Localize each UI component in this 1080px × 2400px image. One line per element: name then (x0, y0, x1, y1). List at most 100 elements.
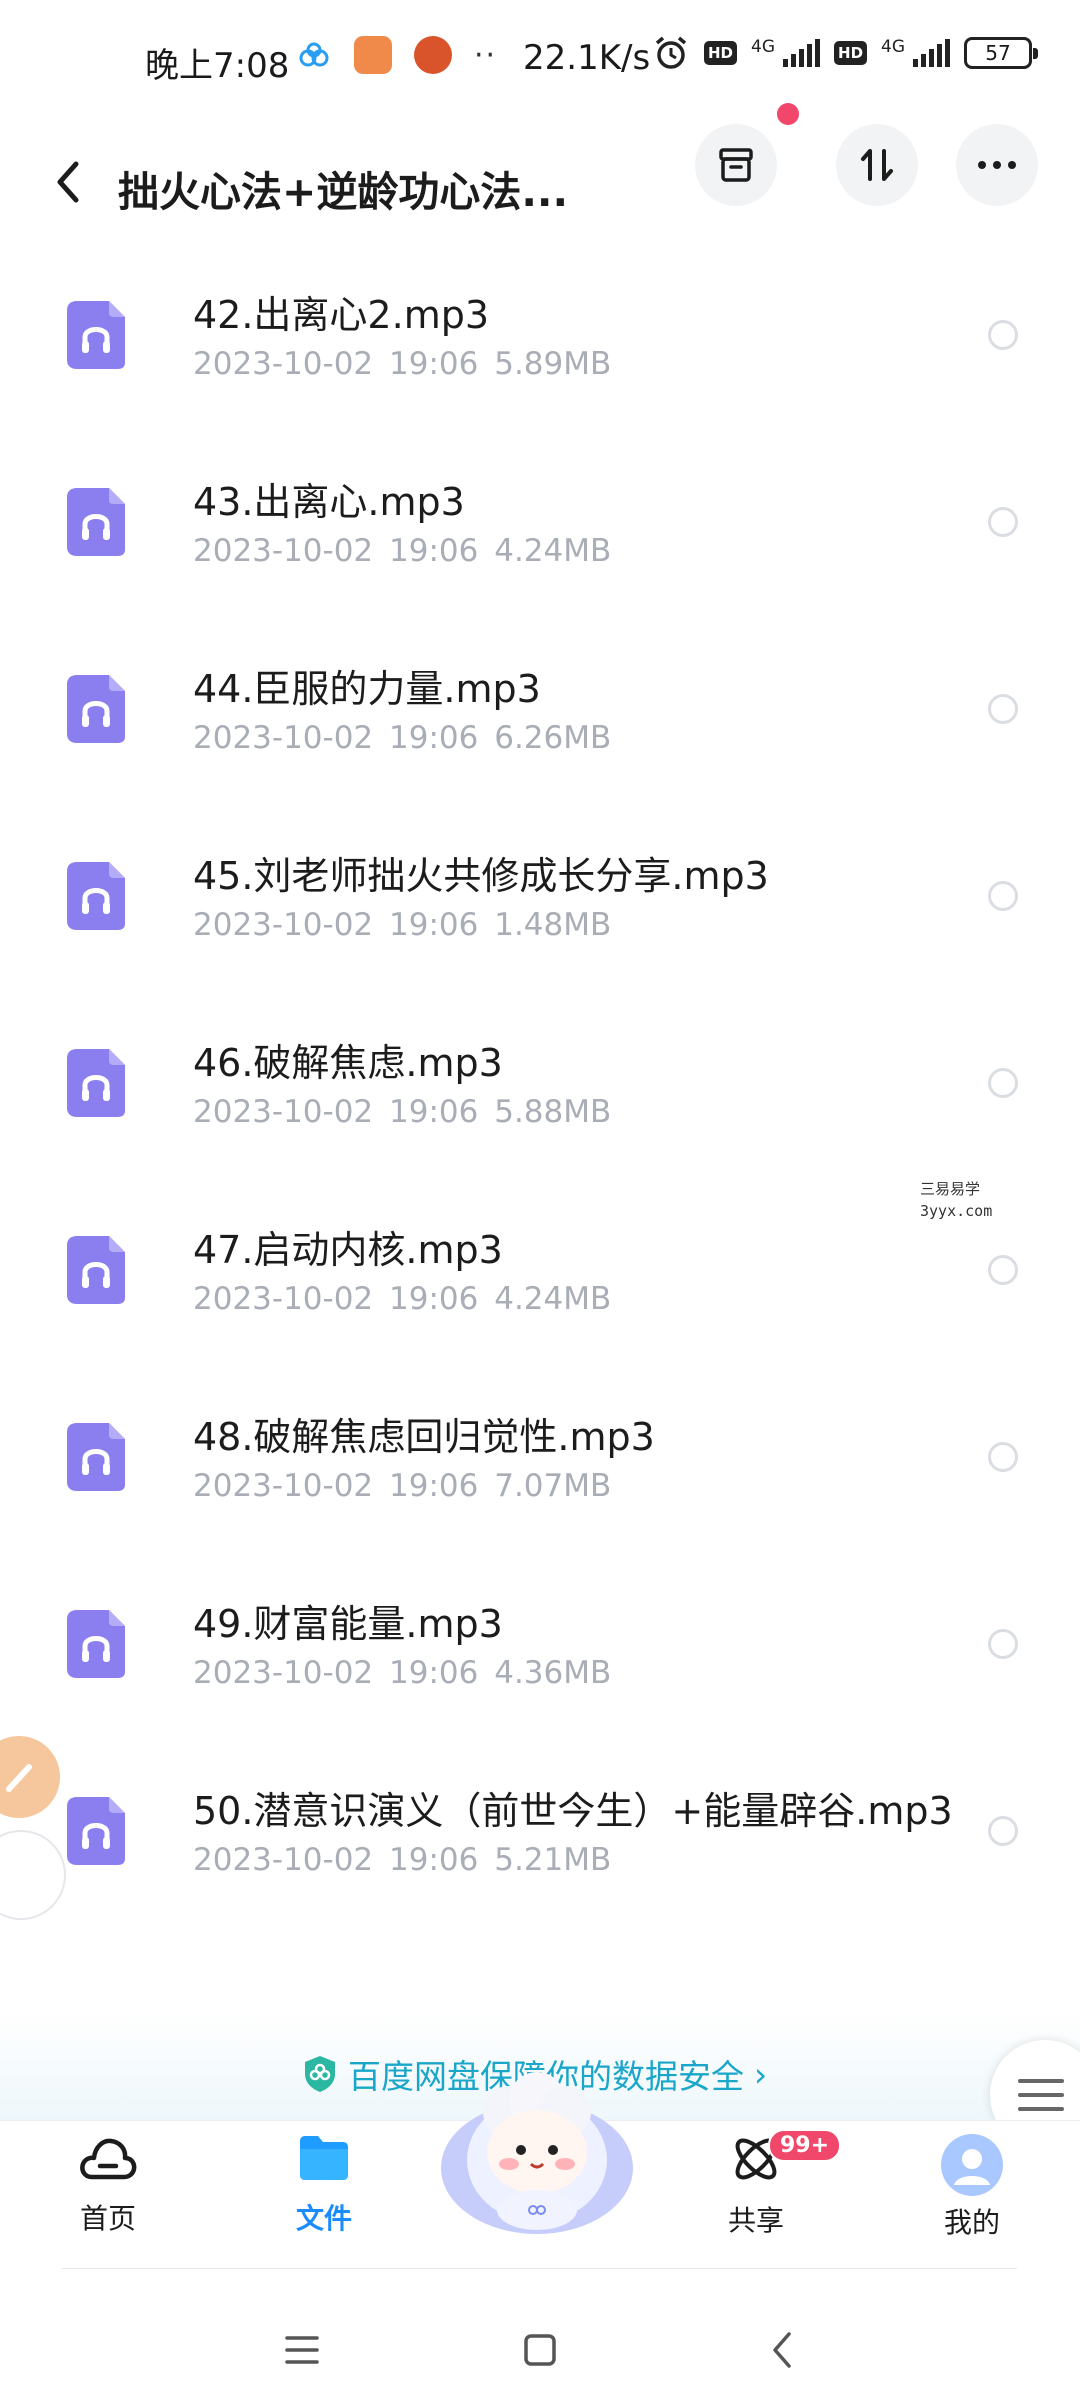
watermark-line2: 3yyx.com (920, 1202, 993, 1220)
file-time: 19:06 (389, 1842, 479, 1878)
mascot-assistant-button[interactable] (437, 2060, 637, 2240)
audio-file-icon (65, 486, 127, 558)
status-bar: 晚上7:08 ·· 22.1K/s HD 4G HD 4G 57 (0, 0, 1080, 120)
status-notification-icons: ·· (296, 36, 497, 74)
file-size: 1.48MB (494, 907, 612, 943)
share-badge: 99+ (768, 2129, 842, 2162)
file-time: 19:06 (389, 1468, 479, 1504)
file-size: 7.07MB (494, 1468, 612, 1504)
file-date: 2023-10-02 (193, 346, 374, 382)
audio-file-icon (65, 860, 127, 932)
hd-badge: HD (704, 41, 738, 65)
file-row[interactable]: 50.潜意识演义（前世今生）+能量辟谷.mp3 2023-10-02 19:06… (0, 1760, 1080, 1947)
file-time: 19:06 (389, 907, 479, 943)
select-checkbox[interactable] (988, 694, 1018, 724)
file-row[interactable]: 48.破解焦虑回归觉性.mp3 2023-10-02 19:06 7.07MB (0, 1386, 1080, 1573)
file-list: 42.出离心2.mp3 2023-10-02 19:06 5.89MB 43.出… (0, 264, 1080, 1947)
file-name: 49.财富能量.mp3 (193, 1602, 503, 1646)
file-time: 19:06 (389, 346, 479, 382)
file-name: 44.臣服的力量.mp3 (193, 667, 541, 711)
back-arrow-icon (57, 161, 79, 203)
select-checkbox[interactable] (988, 1255, 1018, 1285)
system-menu-button[interactable] (272, 2320, 332, 2380)
file-meta: 2023-10-02 19:06 6.26MB (193, 720, 611, 756)
audio-file-icon (65, 1795, 127, 1867)
select-checkbox[interactable] (988, 1816, 1018, 1846)
system-back-button[interactable] (752, 2320, 812, 2380)
nav-files[interactable]: 文件 (254, 2133, 394, 2237)
file-time: 19:06 (389, 533, 479, 569)
header: 拙火心法+逆龄功心法... (0, 120, 1080, 250)
nav-mine-label: 我的 (943, 2206, 1000, 2239)
file-name: 47.启动内核.mp3 (193, 1228, 503, 1272)
file-row[interactable]: 49.财富能量.mp3 2023-10-02 19:06 4.36MB (0, 1573, 1080, 1760)
select-checkbox[interactable] (988, 881, 1018, 911)
select-checkbox[interactable] (988, 1068, 1018, 1098)
nav-home[interactable]: 首页 (38, 2133, 178, 2237)
nav-divider (62, 2268, 1017, 2269)
back-button[interactable] (42, 142, 94, 222)
file-meta: 2023-10-02 19:06 4.24MB (193, 1281, 611, 1317)
more-notifications-icon: ·· (474, 37, 498, 73)
file-row[interactable]: 43.出离心.mp3 2023-10-02 19:06 4.24MB (0, 451, 1080, 638)
shield-icon (305, 2056, 335, 2092)
cloud-home-icon (80, 2138, 137, 2180)
file-time: 19:06 (389, 1094, 479, 1130)
file-row[interactable]: 46.破解焦虑.mp3 2023-10-02 19:06 5.88MB (0, 1012, 1080, 1199)
audio-file-icon (65, 1047, 127, 1119)
app-notification-icon (354, 36, 392, 74)
watermark: 三易易学 3yyx.com (920, 1178, 992, 1222)
hd-badge-2: HD (834, 41, 868, 65)
file-date: 2023-10-02 (193, 1655, 374, 1691)
file-meta: 2023-10-02 19:06 7.07MB (193, 1468, 611, 1504)
select-checkbox[interactable] (988, 1442, 1018, 1472)
file-size: 4.24MB (494, 1281, 612, 1317)
file-name: 48.破解焦虑回归觉性.mp3 (193, 1415, 655, 1459)
file-name: 43.出离心.mp3 (193, 480, 465, 524)
file-row[interactable]: 44.臣服的力量.mp3 2023-10-02 19:06 6.26MB (0, 638, 1080, 825)
select-checkbox[interactable] (988, 320, 1018, 350)
audio-file-icon (65, 1234, 127, 1306)
nav-share[interactable]: 99+ 共享 (686, 2129, 842, 2239)
file-date: 2023-10-02 (193, 1094, 374, 1130)
file-meta: 2023-10-02 19:06 4.36MB (193, 1655, 611, 1691)
battery-level: 57 (985, 41, 1011, 65)
file-meta: 2023-10-02 19:06 1.48MB (193, 907, 611, 943)
audio-file-icon (65, 1608, 127, 1680)
file-name: 42.出离心2.mp3 (193, 293, 490, 337)
chevron-right-icon: › (754, 2054, 768, 2094)
signal-icon-2 (913, 39, 951, 67)
file-meta: 2023-10-02 19:06 5.88MB (193, 1094, 611, 1130)
file-date: 2023-10-02 (193, 533, 374, 569)
nav-mine[interactable]: 我的 (902, 2133, 1042, 2241)
watermark-line1: 三易易学 (920, 1180, 981, 1198)
audio-file-icon (65, 299, 127, 371)
file-date: 2023-10-02 (193, 1842, 374, 1878)
file-size: 6.26MB (494, 720, 612, 756)
nav-files-label: 文件 (295, 2202, 352, 2235)
file-row[interactable]: 47.启动内核.mp3 2023-10-02 19:06 4.24MB (0, 1199, 1080, 1386)
menu-lines-icon (285, 2336, 319, 2364)
file-date: 2023-10-02 (193, 1281, 374, 1317)
square-home-icon (524, 2334, 556, 2366)
archive-button[interactable] (695, 124, 777, 206)
audio-file-icon (65, 1421, 127, 1493)
file-row[interactable]: 45.刘老师拙火共修成长分享.mp3 2023-10-02 19:06 1.48… (0, 825, 1080, 1012)
more-options-button[interactable] (956, 124, 1038, 206)
system-home-button[interactable] (510, 2320, 570, 2380)
select-checkbox[interactable] (988, 1629, 1018, 1659)
file-size: 5.21MB (494, 1842, 612, 1878)
file-meta: 2023-10-02 19:06 4.24MB (193, 533, 611, 569)
file-date: 2023-10-02 (193, 1468, 374, 1504)
file-date: 2023-10-02 (193, 907, 374, 943)
system-navigation-bar (0, 2280, 1080, 2400)
sort-button[interactable] (836, 124, 918, 206)
file-time: 19:06 (389, 1655, 479, 1691)
file-row[interactable]: 42.出离心2.mp3 2023-10-02 19:06 5.89MB (0, 264, 1080, 451)
nav-home-label: 首页 (79, 2202, 136, 2235)
file-size: 4.36MB (494, 1655, 612, 1691)
more-icon (978, 161, 1016, 169)
sort-icon (861, 149, 893, 181)
select-checkbox[interactable] (988, 507, 1018, 537)
menu-icon (1018, 2079, 1064, 2111)
